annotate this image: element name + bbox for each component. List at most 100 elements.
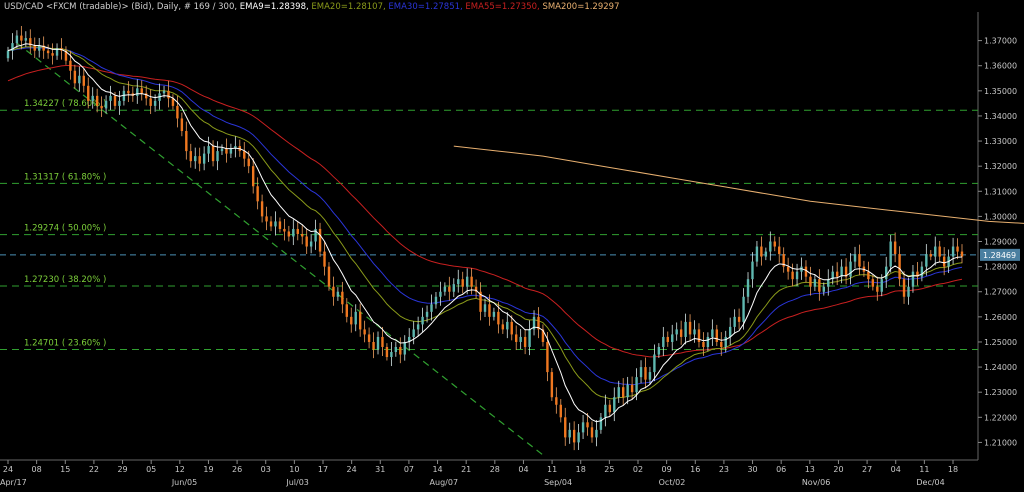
candle-body xyxy=(751,261,754,280)
x-tick-label: 25 xyxy=(604,465,614,474)
candle-body xyxy=(786,266,790,272)
candle-body xyxy=(822,286,826,292)
x-tick-label: 24 xyxy=(3,465,13,474)
candle-body xyxy=(100,105,103,109)
candle-body xyxy=(755,246,759,262)
candle-body xyxy=(278,221,282,229)
y-tick-label: 1.37000 xyxy=(984,37,1017,46)
x-month-label: Apr/17 xyxy=(0,478,27,487)
candle-body xyxy=(104,100,108,109)
candle-body xyxy=(671,334,674,342)
candle-body xyxy=(220,148,224,152)
fib-level-label: 1.34227 ( 78.60% ) xyxy=(24,99,106,109)
candle-body xyxy=(6,50,10,59)
candle-body xyxy=(301,233,304,237)
ema30-line xyxy=(7,47,963,386)
candle-body xyxy=(194,156,197,162)
x-tick-label: 06 xyxy=(776,465,786,474)
candle-body xyxy=(907,286,910,297)
x-month-label: Sep/04 xyxy=(544,478,572,487)
y-tick-label: 1.35000 xyxy=(984,87,1017,96)
candle-body xyxy=(390,352,393,358)
y-tick-label: 1.29000 xyxy=(984,238,1017,247)
x-month-label: Jul/03 xyxy=(285,478,309,487)
candle-body xyxy=(617,387,620,398)
candle-body xyxy=(216,151,219,162)
candle-body xyxy=(274,221,277,227)
candle-body xyxy=(457,279,460,285)
candle-body xyxy=(572,429,576,443)
candle-body xyxy=(724,336,727,347)
candle-body xyxy=(501,324,505,330)
candle-body xyxy=(247,158,250,167)
price-chart[interactable]: 1.21000 1.22000 1.23000 1.24000 1.25000 1.260… xyxy=(0,0,1024,492)
candle-body xyxy=(853,254,857,262)
candle-body xyxy=(341,291,344,305)
candle-body xyxy=(24,38,28,41)
candle-body xyxy=(354,311,357,325)
candle-body xyxy=(938,246,941,257)
candle-body xyxy=(876,286,879,292)
candle-body xyxy=(568,429,571,438)
candle-body xyxy=(323,251,326,267)
candle-body xyxy=(287,231,291,237)
candle-body xyxy=(648,372,652,380)
candle-body xyxy=(867,271,870,280)
candle-body xyxy=(764,251,768,257)
candle-body xyxy=(929,254,932,257)
candle-body xyxy=(211,146,215,162)
x-tick-label: 18 xyxy=(576,465,586,474)
x-tick-label: 24 xyxy=(347,465,357,474)
candle-body xyxy=(434,296,438,305)
candle-body xyxy=(510,321,513,335)
candle-body xyxy=(46,50,50,54)
candle-body xyxy=(818,279,821,292)
x-tick-label: 17 xyxy=(318,465,328,474)
candle-body xyxy=(889,241,892,267)
candle-body xyxy=(608,404,612,413)
x-tick-label: 20 xyxy=(833,465,843,474)
candle-body xyxy=(439,291,442,297)
y-tick-label: 1.23000 xyxy=(984,388,1017,397)
x-tick-label: 07 xyxy=(404,465,414,474)
candle-body xyxy=(78,75,81,84)
candle-body xyxy=(358,311,362,330)
candle-body xyxy=(327,266,331,287)
candle-body xyxy=(960,251,964,257)
candle-body xyxy=(684,321,687,337)
candle-body xyxy=(880,279,883,292)
candle-body xyxy=(506,321,509,330)
x-tick-label: 31 xyxy=(375,465,385,474)
candle-body xyxy=(715,329,719,342)
candle-body xyxy=(497,311,500,325)
candle-body xyxy=(20,35,23,41)
candle-body xyxy=(136,88,139,96)
candle-body xyxy=(292,228,295,237)
candle-body xyxy=(559,404,562,418)
candle-body xyxy=(626,384,629,398)
candle-body xyxy=(140,88,143,94)
fib-level-label: 1.29274 ( 50.00% ) xyxy=(24,224,106,234)
current-price-label: 1.28469 xyxy=(983,251,1016,260)
candle-body xyxy=(746,279,750,297)
candle-body xyxy=(657,346,661,355)
candle-body xyxy=(733,316,736,327)
candle-body xyxy=(871,279,875,287)
candle-body xyxy=(372,341,375,350)
candle-body xyxy=(202,153,206,164)
candle-body xyxy=(465,276,469,287)
candle-body xyxy=(827,279,830,287)
candle-body xyxy=(885,266,888,280)
candle-body xyxy=(207,146,210,154)
candle-body xyxy=(185,131,188,152)
y-tick-label: 1.30000 xyxy=(984,212,1017,221)
x-tick-label: 26 xyxy=(232,465,242,474)
x-month-label: Oct/02 xyxy=(659,478,686,487)
candle-body xyxy=(73,70,77,84)
x-tick-label: 28 xyxy=(490,465,500,474)
candle-body xyxy=(662,336,665,347)
candle-body xyxy=(82,75,85,86)
x-tick-label: 15 xyxy=(60,465,70,474)
candle-body xyxy=(858,254,861,267)
x-tick-label: 09 xyxy=(662,465,672,474)
